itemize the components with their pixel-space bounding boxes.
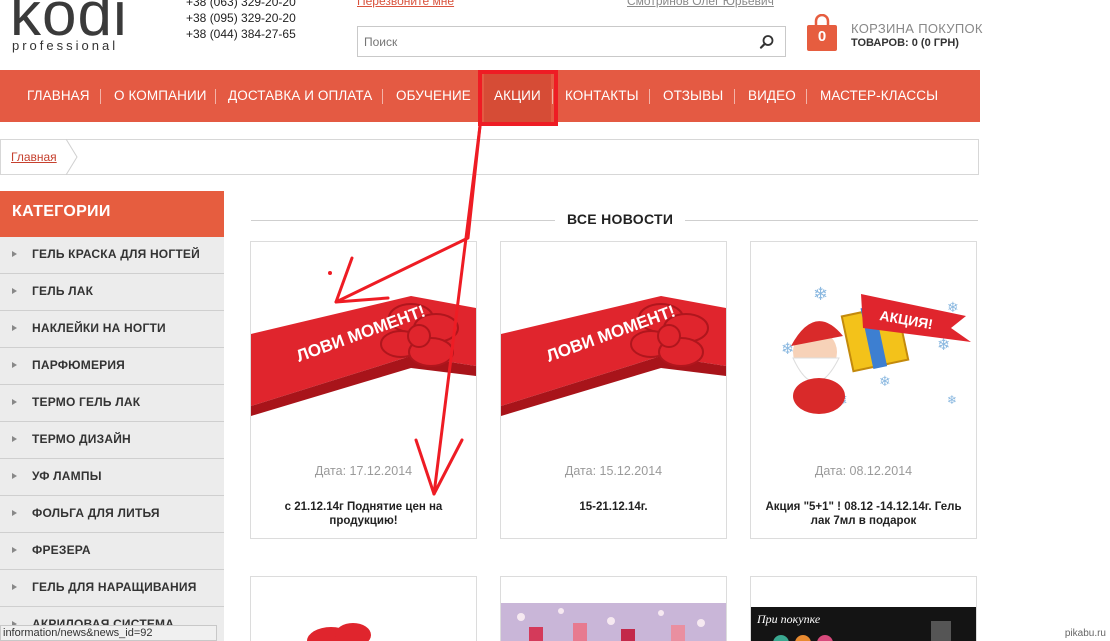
search-icon[interactable] [759, 34, 775, 50]
caret-right-icon [12, 325, 17, 331]
category-label: ГЕЛЬ ЛАК [32, 284, 94, 298]
news-date: Дата: 08.12.2014 [814, 464, 913, 478]
nav-reviews[interactable]: ОТЗЫВЫ [663, 70, 723, 122]
breadcrumb-home[interactable]: Главная [11, 150, 57, 164]
categories-title: КАТЕГОРИИ [0, 191, 224, 237]
search-box [357, 26, 786, 57]
kodi-logo[interactable]: kodi professional [10, 0, 128, 53]
news-card[interactable]: При покупке [750, 576, 977, 641]
category-item[interactable]: УФ ЛАМПЫ [0, 459, 224, 496]
promo-image-text: При покупке [756, 612, 821, 626]
caret-right-icon [12, 510, 17, 516]
svg-text:❄: ❄ [937, 337, 950, 354]
nav-separator [100, 89, 101, 104]
nav-masterclasses[interactable]: МАСТЕР-КЛАССЫ [820, 70, 938, 122]
phone-1: +38 (063) 329-20-20 [186, 0, 296, 9]
nav-training[interactable]: ОБУЧЕНИЕ [396, 70, 471, 122]
caret-right-icon [12, 473, 17, 479]
nav-separator [382, 89, 383, 104]
news-section-title: ВСЕ НОВОСТИ [555, 211, 686, 227]
logo-subtitle: professional [12, 38, 119, 53]
news-card[interactable] [250, 576, 477, 641]
nav-separator [806, 89, 807, 104]
svg-text:❄: ❄ [947, 393, 957, 407]
category-item[interactable]: ГЕЛЬ ДЛЯ НАРАЩИВАНИЯ [0, 570, 224, 607]
news-date: Дата: 17.12.2014 [314, 464, 413, 478]
news-card[interactable]: ЛОВИ МОМЕНТ! Дата: 15.12.2014 15-21.12.1… [500, 241, 727, 539]
news-card[interactable]: ЛОВИ МОМЕНТ! Дата: 17.12.2014 с 21.12.14… [250, 241, 477, 539]
category-item[interactable]: ГЕЛЬ КРАСКА ДЛЯ НОГТЕЙ [0, 237, 224, 274]
category-item[interactable]: ГЕЛЬ ЛАК [0, 274, 224, 311]
cart-count: 0 [817, 28, 827, 45]
caret-right-icon [12, 547, 17, 553]
watermark: pikabu.ru [1064, 628, 1106, 639]
phone-3: +38 (044) 384-27-65 [186, 27, 296, 41]
nail-polish-image [501, 603, 726, 641]
category-item[interactable]: ТЕРМО ДИЗАЙН [0, 422, 224, 459]
promo-ribbon-image[interactable]: ЛОВИ МОМЕНТ! [501, 256, 726, 446]
category-item[interactable]: НАКЛЕЙКИ НА НОГТИ [0, 311, 224, 348]
news-caption[interactable]: 15-21.12.14г. [509, 500, 718, 514]
category-label: ФРЕЗЕРА [32, 543, 91, 557]
nav-separator [734, 89, 735, 104]
category-label: ГЕЛЬ КРАСКА ДЛЯ НОГТЕЙ [32, 247, 200, 261]
cart-summary: ТОВАРОВ: 0 (0 ГРН) [851, 37, 959, 49]
category-label: ТЕРМО ГЕЛЬ ЛАК [32, 395, 141, 409]
news-date: Дата: 15.12.2014 [564, 464, 663, 478]
news-card[interactable]: ❄ ❄ ❄ ❄ ❄ ❄ ❄ АКЦИЯ! Дата: 08.12.2014 Ак… [750, 241, 977, 539]
cart-button[interactable]: 0 [805, 13, 839, 52]
phone-2: +38 (095) 329-20-20 [186, 11, 296, 25]
caret-right-icon [12, 251, 17, 257]
caret-right-icon [12, 399, 17, 405]
category-item[interactable]: ФОЛЬГА ДЛЯ ЛИТЬЯ [0, 496, 224, 533]
svg-text:❄: ❄ [879, 373, 891, 389]
user-account-link[interactable]: Смотринов Олег Юрьевич [627, 0, 774, 8]
category-list: ГЕЛЬ КРАСКА ДЛЯ НОГТЕЙ ГЕЛЬ ЛАК НАКЛЕЙКИ… [0, 237, 224, 641]
category-item[interactable]: ФРЕЗЕРА [0, 533, 224, 570]
nav-about[interactable]: О КОМПАНИИ [114, 70, 207, 122]
search-input[interactable] [358, 27, 738, 56]
category-item[interactable]: ПАРФЮМЕРИЯ [0, 348, 224, 385]
news-card[interactable] [500, 576, 727, 641]
nav-home[interactable]: ГЛАВНАЯ [27, 70, 90, 122]
category-label: ФОЛЬГА ДЛЯ ЛИТЬЯ [32, 506, 160, 520]
caret-right-icon [12, 436, 17, 442]
breadcrumb-chevron-icon [65, 139, 78, 175]
news-caption[interactable]: Акция "5+1" ! 08.12 -14.12.14г. Гель лак… [759, 500, 968, 528]
news-caption[interactable]: с 21.12.14г Поднятие цен на продукцию! [259, 500, 468, 528]
caret-right-icon [12, 584, 17, 590]
nav-delivery[interactable]: ДОСТАВКА И ОПЛАТА [228, 70, 372, 122]
santa-promo-image[interactable]: ❄ ❄ ❄ ❄ ❄ ❄ ❄ АКЦИЯ! [751, 256, 976, 446]
svg-text:❄: ❄ [813, 284, 828, 304]
category-label: ГЕЛЬ ДЛЯ НАРАЩИВАНИЯ [32, 580, 197, 594]
category-item[interactable]: ТЕРМО ГЕЛЬ ЛАК [0, 385, 224, 422]
caret-right-icon [12, 288, 17, 294]
phone-list: +38 (063) 329-20-20 +38 (095) 329-20-20 … [186, 0, 296, 42]
browser-status-bar: information/news&news_id=92 [0, 625, 217, 641]
category-label: ТЕРМО ДИЗАЙН [32, 432, 131, 446]
gel-polish-promo-image: При покупке [751, 607, 976, 641]
caret-right-icon [12, 362, 17, 368]
category-label: НАКЛЕЙКИ НА НОГТИ [32, 321, 166, 335]
callback-link[interactable]: Перезвоните мне [357, 0, 454, 8]
promo-bow-image [307, 623, 371, 641]
nav-separator [215, 89, 216, 104]
nav-video[interactable]: ВИДЕО [748, 70, 796, 122]
category-label: ПАРФЮМЕРИЯ [32, 358, 126, 372]
annotation-highlight-box [478, 70, 558, 126]
nav-separator [649, 89, 650, 104]
breadcrumb: Главная [0, 139, 979, 175]
cart-title[interactable]: КОРЗИНА ПОКУПОК [851, 21, 983, 36]
category-label: УФ ЛАМПЫ [32, 469, 102, 483]
nav-contacts[interactable]: КОНТАКТЫ [565, 70, 639, 122]
promo-ribbon-image[interactable]: ЛОВИ МОМЕНТ! [251, 256, 476, 446]
